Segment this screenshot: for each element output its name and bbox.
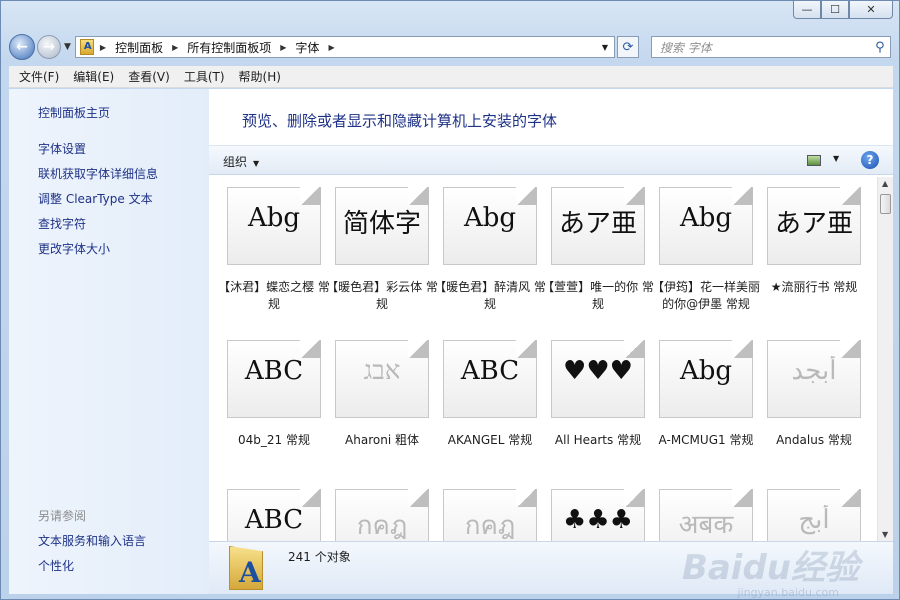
- chevron-right-icon[interactable]: ▶: [328, 43, 334, 52]
- font-name: 04b_21 常规: [238, 433, 310, 447]
- search-icon[interactable]: ⚲: [870, 40, 890, 55]
- address-dropdown-icon[interactable]: ▼: [596, 43, 614, 52]
- font-name: A-MCMUG1 常规: [658, 433, 754, 447]
- font-name: ★流丽行书 常规: [770, 280, 858, 294]
- caption-buttons: — ☐ ✕: [793, 1, 893, 19]
- refresh-icon[interactable]: ⟳: [616, 36, 639, 58]
- chevron-right-icon[interactable]: ▶: [280, 43, 286, 52]
- minimize-button[interactable]: —: [793, 1, 821, 19]
- history-dropdown-icon[interactable]: ▼: [64, 42, 71, 52]
- sidebar-link-font-settings[interactable]: 字体设置: [38, 140, 86, 157]
- see-also-heading: 另请参阅: [38, 509, 87, 523]
- font-name: 【萱萱】唯一的你 常规: [542, 280, 654, 311]
- font-preview: ABC: [244, 356, 304, 386]
- scroll-up-icon[interactable]: ▲: [882, 179, 888, 188]
- fonts-folder-icon: [79, 39, 94, 55]
- content-pane: 预览、删除或者显示和隐藏计算机上安装的字体 组织 ▼ ▼ ? Abg 【沐君】蝶恋之…: [209, 89, 893, 594]
- font-preview: あア亜: [558, 209, 637, 239]
- font-name: Aharoni 粗体: [345, 433, 419, 447]
- menu-view[interactable]: 查看(V): [128, 68, 170, 85]
- sidebar: 控制面板主页 字体设置 联机获取字体详细信息 调整 ClearType 文本 查…: [9, 89, 209, 594]
- font-preview: กคฎ: [356, 511, 408, 541]
- back-arrow-icon[interactable]: ←: [9, 34, 35, 60]
- font-preview: ♣♣♣: [563, 505, 633, 535]
- font-preview: Abg: [679, 356, 733, 386]
- scroll-down-icon[interactable]: ▼: [882, 530, 888, 539]
- watermark-url: jingyan.baidu.com: [737, 586, 839, 599]
- organize-button[interactable]: 组织 ▼: [223, 153, 259, 170]
- chevron-down-icon: ▼: [253, 159, 260, 168]
- font-preview: ABC: [244, 505, 304, 535]
- page-title: 预览、删除或者显示和隐藏计算机上安装的字体: [242, 112, 558, 130]
- sidebar-link-personalization[interactable]: 个性化: [38, 557, 74, 574]
- fonts-folder-letter-icon: A: [239, 556, 261, 589]
- view-dropdown-icon[interactable]: ▼: [833, 154, 839, 163]
- breadcrumb-all-items[interactable]: 所有控制面板项: [187, 39, 271, 56]
- font-name: 【暖色君】彩云体 常规: [326, 280, 438, 311]
- organize-label: 组织: [223, 155, 248, 169]
- font-name: 【伊筠】花一样美丽的你@伊墨 常规: [651, 280, 760, 311]
- menu-file[interactable]: 文件(F): [19, 68, 59, 85]
- maximize-button[interactable]: ☐: [821, 1, 849, 19]
- watermark-logo: Baidu经验: [681, 548, 859, 588]
- vertical-scrollbar[interactable]: ▲ ▼: [877, 177, 893, 541]
- view-options-icon[interactable]: [807, 155, 821, 166]
- address-bar[interactable]: ▶ 控制面板 ▶ 所有控制面板项 ▶ 字体 ▶ ▼: [74, 36, 615, 58]
- font-preview: 简体字: [342, 209, 421, 239]
- search-placeholder: 搜索 字体: [659, 40, 712, 55]
- scroll-thumb[interactable]: [880, 194, 891, 214]
- font-preview: أبجد: [791, 356, 837, 386]
- command-bar: 组织 ▼ ▼ ?: [209, 145, 893, 175]
- navigation-bar: ← → ▼ ▶ 控制面板 ▶ 所有控制面板项 ▶ 字体 ▶ ▼ ⟳ 搜索 字体 …: [9, 33, 891, 61]
- font-preview: ABC: [460, 356, 520, 386]
- help-icon[interactable]: ?: [861, 151, 879, 169]
- object-count: 241 个对象: [288, 550, 351, 564]
- sidebar-link-cleartype[interactable]: 调整 ClearType 文本: [38, 190, 153, 207]
- font-name: AKANGEL 常规: [447, 433, 533, 447]
- font-preview: กคฎ: [464, 511, 516, 541]
- sidebar-link-font-size[interactable]: 更改字体大小: [38, 240, 110, 257]
- menu-help[interactable]: 帮助(H): [239, 68, 281, 85]
- font-name: Andalus 常规: [776, 433, 852, 447]
- menu-tools[interactable]: 工具(T): [184, 68, 225, 85]
- font-preview: Abg: [247, 203, 301, 233]
- font-preview: Abg: [463, 203, 517, 233]
- chevron-right-icon[interactable]: ▶: [172, 43, 178, 52]
- sidebar-link-find-character[interactable]: 查找字符: [38, 215, 86, 232]
- font-preview: अबक: [678, 510, 734, 540]
- font-name: All Hearts 常规: [554, 433, 642, 447]
- breadcrumb-control-panel[interactable]: 控制面板: [115, 39, 163, 56]
- menu-bar: 文件(F) 编辑(E) 查看(V) 工具(T) 帮助(H): [9, 66, 893, 88]
- sidebar-link-text-services[interactable]: 文本服务和输入语言: [38, 532, 146, 549]
- close-button[interactable]: ✕: [849, 1, 893, 19]
- font-preview: أبج: [798, 505, 830, 535]
- font-preview: ♥♥♥: [563, 356, 633, 386]
- search-input[interactable]: 搜索 字体 ⚲: [650, 36, 891, 58]
- sidebar-link-home[interactable]: 控制面板主页: [38, 104, 110, 121]
- font-preview: あア亜: [774, 209, 853, 239]
- sidebar-link-online-info[interactable]: 联机获取字体详细信息: [38, 165, 158, 182]
- menu-edit[interactable]: 编辑(E): [73, 68, 114, 85]
- font-name: 【暖色君】醉清风 常规: [434, 280, 546, 311]
- chevron-right-icon[interactable]: ▶: [100, 43, 106, 52]
- font-preview: Abg: [679, 203, 733, 233]
- font-grid: Abg 【沐君】蝶恋之樱 常规 简体字【暖色君】彩云体 常规 Abg 【暖色君】醉清风 …: [209, 177, 877, 541]
- font-preview: אבג: [363, 356, 401, 386]
- explorer-window: — ☐ ✕ ← → ▼ ▶ 控制面板 ▶ 所有控制面板项 ▶ 字体 ▶ ▼ ⟳ …: [0, 0, 900, 600]
- font-name: 【沐君】蝶恋之樱 常规: [218, 280, 330, 311]
- breadcrumb-fonts[interactable]: 字体: [295, 39, 319, 56]
- forward-arrow-icon[interactable]: →: [37, 35, 61, 59]
